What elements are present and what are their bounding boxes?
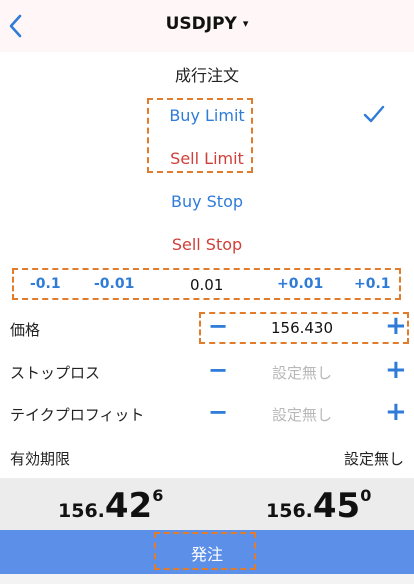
ask-price-fraction: 0 (360, 486, 372, 505)
dropdown-caret-icon: ▾ (242, 17, 249, 30)
symbol-selector[interactable]: USDJPY ▾ (0, 14, 414, 34)
stop-loss-decrement-button[interactable]: − (208, 356, 228, 384)
step-plus-0-1-button[interactable]: +0.1 (354, 276, 391, 292)
step-plus-0-01-button[interactable]: +0.01 (277, 276, 323, 292)
take-profit-input[interactable]: 設定無し (232, 404, 372, 425)
step-minus-0-1-button[interactable]: -0.1 (30, 276, 61, 292)
bid-price: 156.426 (58, 486, 163, 526)
order-type-market[interactable]: 成行注文 (0, 62, 414, 86)
bid-price-fraction: 6 (152, 486, 164, 505)
checkmark-icon (362, 102, 386, 126)
ask-price-pips: 45 (312, 486, 361, 526)
take-profit-label: テイクプロフィット (10, 406, 145, 424)
step-size-value[interactable]: 0.01 (190, 276, 223, 294)
order-type-sell-stop[interactable]: Sell Stop (0, 235, 414, 254)
take-profit-increment-button[interactable]: + (385, 397, 407, 427)
expiration-label: 有効期限 (10, 450, 71, 468)
stop-loss-label: ストップロス (10, 364, 101, 382)
symbol-label: USDJPY (165, 14, 237, 34)
ask-price: 156.450 (266, 486, 371, 526)
bid-price-pips: 42 (104, 486, 153, 526)
order-type-buy-stop[interactable]: Buy Stop (0, 192, 414, 211)
bid-price-prefix: 156. (58, 500, 105, 522)
step-minus-0-01-button[interactable]: -0.01 (94, 276, 134, 292)
highlight-box-limit-orders (147, 98, 253, 173)
price-input[interactable]: 156.430 (232, 319, 372, 337)
price-decrement-button[interactable]: − (208, 312, 228, 340)
stop-loss-input[interactable]: 設定無し (232, 362, 372, 383)
bottom-safe-area (0, 574, 414, 584)
submit-highlight-box (154, 532, 256, 570)
take-profit-decrement-button[interactable]: − (208, 398, 228, 426)
price-increment-button[interactable]: + (385, 311, 407, 341)
expiration-select[interactable]: 設定無し (300, 448, 404, 469)
ask-price-prefix: 156. (266, 500, 313, 522)
stop-loss-increment-button[interactable]: + (385, 355, 407, 385)
price-label: 価格 (10, 321, 41, 339)
